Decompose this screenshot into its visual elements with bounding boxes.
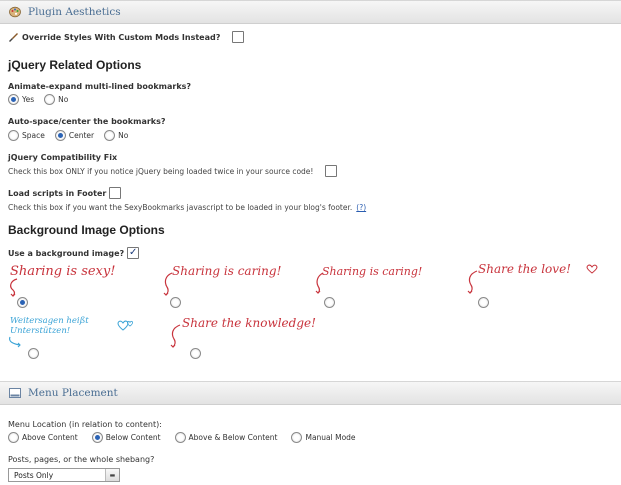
bg-radio[interactable] <box>190 348 201 359</box>
location-options: Above Content Below Content Above & Belo… <box>8 432 366 443</box>
bg-option-knowledge[interactable]: Share the knowledge! <box>168 312 318 362</box>
animate-no-option[interactable]: No <box>44 94 68 105</box>
footer-checkbox[interactable] <box>109 187 122 199</box>
compat-row: Check this box ONLY if you notice jQuery… <box>8 165 338 177</box>
plugin-aesthetics-header[interactable]: Plugin Aesthetics <box>0 0 621 24</box>
bg-preview-text: Sharing is sexy! <box>10 264 116 279</box>
curl-arrow-icon <box>163 272 173 296</box>
shebang-select[interactable]: Posts Only ▬ <box>8 468 120 482</box>
override-row: Override Styles With Custom Mods Instead… <box>8 31 245 43</box>
bg-radio[interactable] <box>170 297 181 308</box>
bg-preview-text: Weitersagen heißt Unterstützen! <box>10 316 89 336</box>
option-label: No <box>58 95 69 104</box>
option-label: Below Content <box>105 433 161 442</box>
bg-use-checkbox[interactable] <box>127 247 140 259</box>
radio-button[interactable] <box>104 130 116 141</box>
brush-icon <box>8 32 18 42</box>
animate-label: Animate-expand multi-lined bookmarks? <box>8 82 192 91</box>
override-checkbox[interactable] <box>232 31 245 43</box>
bg-option-love[interactable]: Share the love! <box>466 262 606 312</box>
select-value: Posts Only <box>14 470 54 480</box>
location-both-option[interactable]: Above & Below Content <box>174 432 278 443</box>
curl-arrow-icon <box>170 324 181 348</box>
option-label: Space <box>22 131 45 140</box>
bg-option-weitersagen[interactable]: Weitersagen heißt Unterstützen! <box>8 314 143 362</box>
dropdown-arrow-icon: ▬ <box>105 469 119 481</box>
compat-label: jQuery Compatibility Fix <box>8 153 118 162</box>
option-label: Center <box>68 131 95 140</box>
curl-arrow-icon <box>467 270 478 294</box>
footer-help-link[interactable]: (?) <box>356 203 366 212</box>
bg-preview-text: Sharing is caring! <box>322 265 423 278</box>
radio-button[interactable] <box>91 432 103 443</box>
bg-option-caring-1[interactable]: Sharing is caring! <box>162 262 292 312</box>
footer-label: Load scripts in Footer <box>8 188 107 198</box>
radio-button[interactable] <box>291 432 303 443</box>
animate-options: Yes No <box>8 94 78 105</box>
curl-arrow-icon <box>315 272 324 294</box>
location-label: Menu Location (in relation to content): <box>8 420 162 429</box>
radio-button[interactable] <box>8 432 19 443</box>
jquery-section-title: jQuery Related Options <box>8 58 142 72</box>
bg-radio[interactable] <box>478 297 489 308</box>
layout-icon <box>9 387 21 399</box>
hearts-icon <box>117 320 133 331</box>
panel-title: Plugin Aesthetics <box>28 6 121 18</box>
option-label: Above & Below Content <box>188 433 278 442</box>
location-above-option[interactable]: Above Content <box>8 432 78 443</box>
location-below-option[interactable]: Below Content <box>91 432 161 443</box>
compat-help: Check this box ONLY if you notice jQuery… <box>8 166 314 176</box>
bg-preview-text: Share the knowledge! <box>182 316 316 330</box>
autospace-label: Auto-space/center the bookmarks? <box>8 117 166 126</box>
bg-radio[interactable] <box>324 297 335 308</box>
autospace-space-option[interactable]: Space <box>8 130 45 141</box>
curl-arrow-icon <box>10 278 18 297</box>
bg-option-sexy[interactable]: Sharing is sexy! <box>8 262 128 312</box>
override-label: Override Styles With Custom Mods Instead… <box>22 32 221 42</box>
shebang-label: Posts, pages, or the whole shebang? <box>8 455 155 464</box>
autospace-no-option[interactable]: No <box>104 130 128 141</box>
option-label: Above Content <box>22 433 78 442</box>
curl-arrow-icon <box>9 336 21 348</box>
heart-icon <box>586 264 598 274</box>
radio-button[interactable] <box>54 130 66 141</box>
bg-radio[interactable] <box>17 297 28 308</box>
menu-placement-header[interactable]: Menu Placement <box>0 381 621 405</box>
radio-button[interactable] <box>44 94 56 105</box>
option-label: Yes <box>22 95 35 104</box>
bg-preview-text: Share the love! <box>478 262 571 276</box>
footer-help: Check this box if you want the SexyBookm… <box>8 203 353 212</box>
autospace-options: Space Center No <box>8 130 138 141</box>
animate-yes-option[interactable]: Yes <box>8 94 34 105</box>
radio-button[interactable] <box>8 94 19 105</box>
radio-button[interactable] <box>8 130 19 141</box>
radio-button[interactable] <box>174 432 186 443</box>
compat-checkbox[interactable] <box>325 165 338 177</box>
autospace-center-option[interactable]: Center <box>54 130 95 141</box>
location-manual-option[interactable]: Manual Mode <box>291 432 356 443</box>
palette-icon <box>9 6 21 18</box>
panel-title: Menu Placement <box>28 387 118 399</box>
footer-row: Load scripts in Footer <box>8 187 122 199</box>
bg-use-label: Use a background image? <box>8 248 125 258</box>
bg-use-row: Use a background image? <box>8 247 140 259</box>
bg-section-title: Background Image Options <box>8 223 165 237</box>
option-label: No <box>118 131 129 140</box>
footer-help-row: Check this box if you want the SexyBookm… <box>8 203 366 212</box>
option-label: Manual Mode <box>305 433 356 442</box>
bg-option-caring-2[interactable]: Sharing is caring! <box>314 262 434 312</box>
bg-radio[interactable] <box>28 348 39 359</box>
bg-preview-text: Sharing is caring! <box>172 264 282 278</box>
